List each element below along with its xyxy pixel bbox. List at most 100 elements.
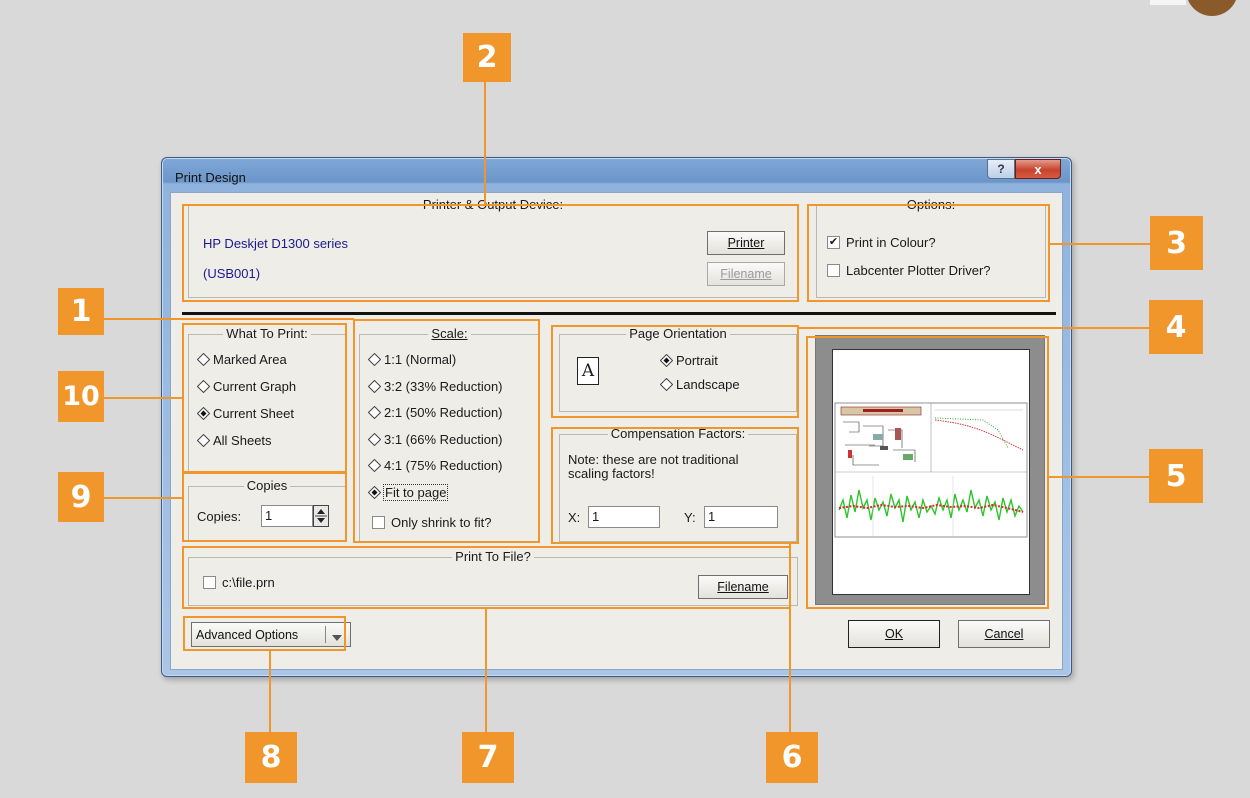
- radio-unselected-icon: [197, 380, 210, 393]
- print-to-file-checkbox[interactable]: c:\file.prn: [203, 575, 275, 590]
- scale-radio-label: 2:1 (50% Reduction): [384, 405, 503, 420]
- connector-8: [269, 651, 271, 732]
- annotation-6: 6: [766, 732, 818, 783]
- empty-checkbox-icon: [372, 516, 385, 529]
- y-label: Y:: [684, 510, 696, 525]
- scale-radio-1[interactable]: 3:2 (33% Reduction): [368, 379, 503, 394]
- annotation-1: 1: [58, 288, 104, 335]
- scale-radio-5[interactable]: Fit to page: [368, 483, 449, 501]
- landscape-radio[interactable]: Landscape: [660, 377, 740, 392]
- orientation-legend: Page Orientation: [626, 326, 730, 341]
- radio-selected-icon: [197, 407, 210, 420]
- connector-2: [484, 82, 486, 204]
- only-shrink-checkbox[interactable]: Only shrink to fit?: [372, 515, 491, 530]
- help-button[interactable]: ?: [987, 159, 1015, 179]
- connector-9: [104, 497, 182, 499]
- preview-thumbnail-image: [834, 402, 1028, 538]
- annotation-10: 10: [58, 371, 104, 422]
- compensation-factors-group: Compensation Factors: Note: these are no…: [559, 426, 797, 542]
- compensation-note: Note: these are not traditional scaling …: [568, 452, 739, 481]
- chevron-down-icon[interactable]: [332, 631, 342, 645]
- dialog-client-area: Printer & Output Device: HP Deskjet D130…: [170, 192, 1063, 670]
- portrait-radio[interactable]: Portrait: [660, 353, 718, 368]
- connector-6: [789, 544, 791, 732]
- scale-legend: Scale:: [428, 326, 471, 341]
- scale-radio-2[interactable]: 2:1 (50% Reduction): [368, 405, 503, 420]
- scale-group: Scale: 1:1 (Normal) 3:2 (33% Reduction) 2:…: [359, 326, 540, 542]
- radio-unselected-icon: [368, 459, 381, 472]
- scale-radio-3[interactable]: 3:1 (66% Reduction): [368, 432, 503, 447]
- what-to-print-legend: What To Print:: [223, 326, 311, 341]
- copies-group: Copies Copies: 1: [188, 478, 346, 542]
- checkmark-icon: ✔: [827, 236, 840, 249]
- radio-unselected-icon: [197, 434, 210, 447]
- cancel-button[interactable]: Cancel: [958, 620, 1050, 648]
- radio-unselected-icon: [660, 378, 673, 391]
- window-title: Print Design: [175, 170, 246, 185]
- scale-radio-label: 4:1 (75% Reduction): [384, 458, 503, 473]
- annotation-8: 8: [245, 732, 297, 783]
- annotation-9: 9: [58, 472, 104, 522]
- print-preview-panel: [815, 335, 1045, 605]
- close-button[interactable]: x: [1015, 159, 1061, 179]
- printer-group-legend: Printer & Output Device:: [419, 197, 567, 212]
- annotation-3: 3: [1150, 216, 1203, 270]
- radio-unselected-icon: [368, 379, 381, 393]
- connector-3: [1050, 243, 1150, 245]
- ok-button[interactable]: OK: [848, 620, 940, 648]
- copies-legend: Copies: [243, 478, 291, 493]
- corner-strip: [1150, 0, 1186, 5]
- empty-checkbox-icon: [203, 576, 216, 589]
- what-to-print-group: What To Print: Marked Area Current Graph C…: [188, 326, 346, 472]
- what-to-print-radio-label: Marked Area: [213, 352, 287, 367]
- compensation-legend: Compensation Factors:: [607, 426, 749, 441]
- radio-selected-icon: [368, 485, 381, 499]
- page-portrait-icon: A: [577, 357, 599, 385]
- corner-logo: [1186, 0, 1238, 16]
- what-to-print-radio-0[interactable]: Marked Area: [197, 352, 287, 367]
- what-to-print-radio-label: All Sheets: [213, 433, 272, 448]
- printer-filename-button[interactable]: Filename: [707, 262, 785, 286]
- x-factor-input[interactable]: 1: [588, 506, 660, 528]
- print-to-file-filename-button[interactable]: Filename: [698, 575, 788, 599]
- print-in-colour-checkbox[interactable]: ✔ Print in Colour?: [827, 235, 936, 250]
- radio-selected-icon: [660, 354, 673, 367]
- scale-radio-label: 1:1 (Normal): [384, 352, 457, 367]
- what-to-print-radio-2[interactable]: Current Sheet: [197, 406, 294, 421]
- what-to-print-radio-1[interactable]: Current Graph: [197, 379, 296, 394]
- connector-7: [485, 609, 487, 732]
- copies-input[interactable]: 1: [261, 505, 313, 527]
- what-to-print-radio-3[interactable]: All Sheets: [197, 433, 272, 448]
- y-factor-input[interactable]: 1: [704, 506, 778, 528]
- plotter-driver-checkbox[interactable]: Labcenter Plotter Driver?: [827, 263, 991, 278]
- printer-output-group: Printer & Output Device: HP Deskjet D130…: [188, 197, 798, 298]
- scale-radio-4[interactable]: 4:1 (75% Reduction): [368, 458, 503, 473]
- preview-page: [832, 349, 1030, 595]
- options-group: Options: ✔ Print in Colour? Labcenter Pl…: [816, 197, 1046, 298]
- dropdown-divider: [325, 626, 326, 643]
- options-legend: Options:: [903, 197, 959, 212]
- x-label: X:: [568, 510, 581, 525]
- annotation-4: 4: [1149, 300, 1203, 354]
- empty-checkbox-icon: [827, 264, 840, 277]
- scale-radio-0[interactable]: 1:1 (Normal): [368, 352, 456, 367]
- connector-4: [799, 327, 1149, 329]
- scale-radio-label: 3:2 (33% Reduction): [384, 378, 503, 394]
- printer-button[interactable]: Printer: [707, 231, 785, 255]
- advanced-options-button[interactable]: Advanced Options: [191, 622, 351, 647]
- annotation-5: 5: [1149, 449, 1203, 503]
- print-to-file-group: Print To File? c:\file.prn Filename: [188, 549, 798, 606]
- print-file-path: c:\file.prn: [222, 575, 275, 590]
- radio-unselected-icon: [368, 432, 381, 446]
- spinner-arrows-icon: [315, 509, 327, 523]
- printer-name: HP Deskjet D1300 series: [203, 236, 348, 251]
- scale-radio-label: Fit to page: [382, 483, 449, 501]
- radio-unselected-icon: [197, 353, 210, 366]
- connector-10: [104, 397, 182, 399]
- printer-port: (USB001): [203, 266, 261, 281]
- print-to-file-legend: Print To File?: [452, 549, 534, 564]
- scale-radio-label: 3:1 (66% Reduction): [384, 431, 503, 447]
- copies-spinner[interactable]: [313, 505, 329, 527]
- separator-line: [182, 312, 1056, 315]
- annotation-7: 7: [462, 732, 514, 783]
